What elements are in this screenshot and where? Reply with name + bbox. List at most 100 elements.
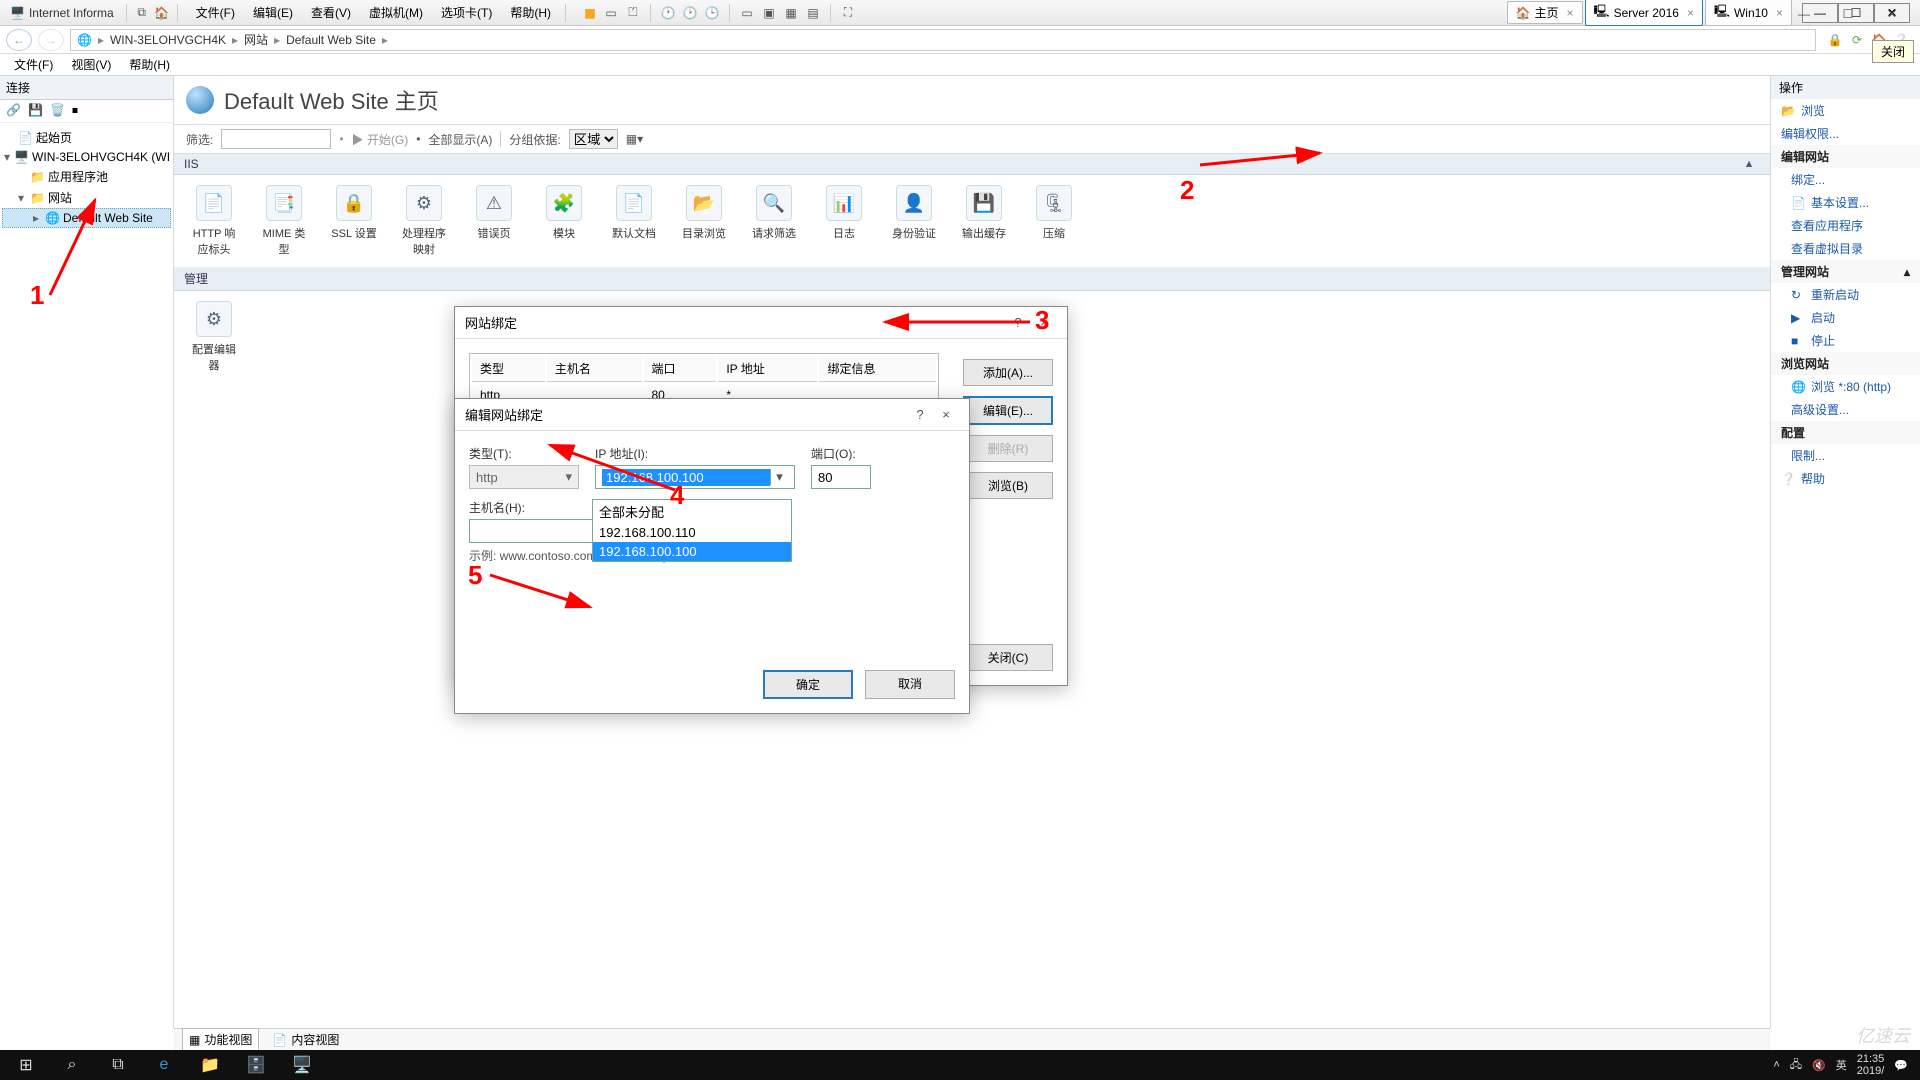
snapshot-icon[interactable]: ⏍ xyxy=(624,4,642,22)
ip-dropdown[interactable]: 全部未分配 192.168.100.110 192.168.100.100 xyxy=(592,499,792,562)
feature-item[interactable]: 🔍请求筛选 xyxy=(748,185,800,257)
cancel-button[interactable]: 取消 xyxy=(865,670,955,699)
iis-taskbar-icon[interactable]: 🖥️ xyxy=(280,1050,324,1080)
tree-startpage[interactable]: 📄起始页 xyxy=(2,127,171,148)
action-edit-permissions[interactable]: 编辑权限... xyxy=(1771,122,1920,145)
action-browse-80[interactable]: 🌐浏览 *:80 (http) xyxy=(1771,375,1920,398)
help-icon[interactable]: ? xyxy=(1005,315,1031,330)
action-stop[interactable]: ■停止 xyxy=(1771,329,1920,352)
feature-item[interactable]: 📄默认文档 xyxy=(608,185,660,257)
ok-button[interactable]: 确定 xyxy=(763,670,853,699)
edit-button[interactable]: 编辑(E)... xyxy=(963,396,1053,425)
layout1-icon[interactable]: ▭ xyxy=(738,4,756,22)
volume-icon[interactable]: 🔇 xyxy=(1812,1059,1826,1072)
filter-input[interactable] xyxy=(221,129,331,149)
connect-icon[interactable]: 🔗 xyxy=(6,103,22,119)
tree-apppools[interactable]: 📁应用程序池 xyxy=(2,166,171,187)
action-help[interactable]: ❔帮助 xyxy=(1771,467,1920,490)
ip-option-110[interactable]: 192.168.100.110 xyxy=(593,523,791,542)
server-manager-icon[interactable]: 🗄️ xyxy=(234,1050,278,1080)
feature-config-editor[interactable]: ⚙配置编辑器 xyxy=(188,301,240,373)
network-icon[interactable]: 🖧 xyxy=(1790,1056,1802,1075)
layout3-icon[interactable]: ▦ xyxy=(782,4,800,22)
power-icon[interactable]: ▭ xyxy=(602,4,620,22)
action-bindings[interactable]: 绑定... xyxy=(1771,168,1920,191)
action-start[interactable]: ▶启动 xyxy=(1771,306,1920,329)
action-view-apps[interactable]: 查看应用程序 xyxy=(1771,214,1920,237)
task-view-button[interactable]: ⧉ xyxy=(96,1050,140,1080)
ip-option-100[interactable]: 192.168.100.100 xyxy=(593,542,791,561)
collapse-icon[interactable]: ▴ xyxy=(1746,156,1762,172)
tab-win10[interactable]: 🖳Win10× xyxy=(1705,0,1792,26)
menu-file[interactable]: 文件(F) xyxy=(6,54,61,75)
action-limits[interactable]: 限制... xyxy=(1771,444,1920,467)
cert-icon[interactable]: 🔒 xyxy=(1826,31,1844,49)
save-icon[interactable]: 💾 xyxy=(28,103,44,119)
clock-time[interactable]: 21:35 xyxy=(1857,1053,1885,1065)
explorer-icon[interactable]: 📁 xyxy=(188,1050,232,1080)
content-view-tab[interactable]: 📄内容视图 xyxy=(265,1028,346,1051)
start-button[interactable]: ⊞ xyxy=(4,1050,48,1080)
menu-vm[interactable]: 虚拟机(M) xyxy=(361,1,431,24)
feature-item[interactable]: 💾输出缓存 xyxy=(958,185,1010,257)
action-view-vdirs[interactable]: 查看虚拟目录 xyxy=(1771,237,1920,260)
feature-item[interactable]: 📑MIME 类型 xyxy=(258,185,310,257)
window-restore-icon[interactable]: ⧉ xyxy=(133,4,151,22)
action-basic-settings[interactable]: 📄基本设置... xyxy=(1771,191,1920,214)
tree-server[interactable]: ▾🖥️WIN-3ELOHVGCH4K (WI xyxy=(2,148,171,166)
feature-item[interactable]: 📄HTTP 响应标头 xyxy=(188,185,240,257)
menu-file[interactable]: 文件(F) xyxy=(188,1,243,24)
menu-edit[interactable]: 编辑(E) xyxy=(245,1,301,24)
action-browse[interactable]: 📂浏览 xyxy=(1771,99,1920,122)
tab-server2016[interactable]: 🖳Server 2016× xyxy=(1585,0,1703,26)
delete-icon[interactable]: 🗑️ xyxy=(50,103,66,119)
col-port[interactable]: 端口 xyxy=(644,356,717,382)
home-icon[interactable]: 🏠 xyxy=(153,4,171,22)
close-icon[interactable]: × xyxy=(1687,6,1694,20)
feature-item[interactable]: 📊日志 xyxy=(818,185,870,257)
help-icon[interactable]: ? xyxy=(907,407,933,422)
feature-item[interactable]: 👤身份验证 xyxy=(888,185,940,257)
menu-view[interactable]: 视图(V) xyxy=(63,54,119,75)
port-input[interactable] xyxy=(811,465,871,489)
feature-item[interactable]: ⚙处理程序映射 xyxy=(398,185,450,257)
features-view-tab[interactable]: ▦功能视图 xyxy=(182,1028,259,1051)
close-button[interactable]: 关闭(C) xyxy=(963,644,1053,671)
feature-item[interactable]: 🔒SSL 设置 xyxy=(328,185,380,257)
ie-icon[interactable]: e xyxy=(142,1050,186,1080)
crumb-site[interactable]: Default Web Site xyxy=(286,33,376,47)
close-icon[interactable]: × xyxy=(933,407,959,422)
menu-tabs[interactable]: 选项卡(T) xyxy=(433,1,500,24)
browse-button[interactable]: 浏览(B) xyxy=(963,472,1053,499)
search-button[interactable]: ⌕ xyxy=(50,1050,94,1080)
feature-item[interactable]: 📂目录浏览 xyxy=(678,185,730,257)
crumb-server[interactable]: WIN-3ELOHVGCH4K xyxy=(110,33,226,47)
maximize-button[interactable]: ☐ xyxy=(1826,4,1870,24)
add-button[interactable]: 添加(A)... xyxy=(963,359,1053,386)
clock3-icon[interactable]: 🕒 xyxy=(703,4,721,22)
back-button[interactable]: ← xyxy=(6,29,32,51)
menu-view[interactable]: 查看(V) xyxy=(303,1,359,24)
layout2-icon[interactable]: ▣ xyxy=(760,4,778,22)
menu-help[interactable]: 帮助(H) xyxy=(502,1,559,24)
action-restart[interactable]: ↻重新启动 xyxy=(1771,283,1920,306)
feature-item[interactable]: ⚠错误页 xyxy=(468,185,520,257)
col-type[interactable]: 类型 xyxy=(472,356,545,382)
close-button[interactable]: ✕ xyxy=(1870,4,1914,24)
clock-date[interactable]: 2019/ xyxy=(1857,1065,1885,1077)
menu-help[interactable]: 帮助(H) xyxy=(121,54,178,75)
action-advanced[interactable]: 高级设置... xyxy=(1771,398,1920,421)
ime-indicator[interactable]: 英 xyxy=(1836,1057,1847,1073)
notifications-icon[interactable]: 💬 xyxy=(1894,1059,1908,1072)
ip-combobox[interactable]: 192.168.100.100▾ xyxy=(595,465,795,489)
crumb-sites[interactable]: 网站 xyxy=(244,31,268,48)
system-tray[interactable]: ˄ 🖧 🔇 英 21:35 2019/ 💬 xyxy=(1765,1053,1916,1077)
collapse-icon[interactable]: ▴ xyxy=(1904,265,1910,279)
tree-sites[interactable]: ▾📁网站 xyxy=(2,187,171,208)
minimize-button[interactable]: — xyxy=(1782,4,1826,24)
pause-icon[interactable]: ▮▮ xyxy=(580,4,598,22)
tray-chevron-icon[interactable]: ˄ xyxy=(1773,1059,1779,1071)
ip-option-all[interactable]: 全部未分配 xyxy=(593,500,791,523)
view-mode-icon[interactable]: ▦▾ xyxy=(626,132,643,146)
col-info[interactable]: 绑定信息 xyxy=(819,356,936,382)
